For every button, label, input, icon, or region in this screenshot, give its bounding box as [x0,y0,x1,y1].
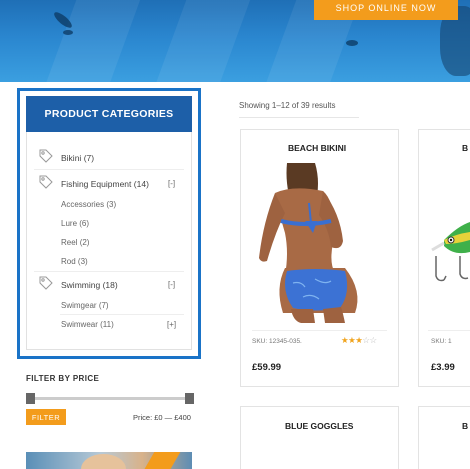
category-count: (11) [100,320,114,329]
product-title[interactable]: B [462,421,468,431]
product-categories-widget [26,96,192,350]
category-label[interactable]: Lure [61,219,77,228]
product-sku: SKU: 12345-035. [252,338,302,345]
category-fishing-equipment[interactable]: Fishing Equipment (14) [61,179,149,189]
star-empty-icon: ☆ [362,335,370,345]
category-label[interactable]: Accessories [61,200,104,209]
divider [34,169,184,170]
product-sku: SKU: 1 [431,338,452,345]
category-bikini[interactable]: Bikini (7) [61,153,94,163]
product-price: £3.99 [431,362,455,373]
category-label[interactable]: Swimwear [61,320,98,329]
tag-icon [39,276,53,290]
category-accessories[interactable]: Accessories (3) [61,200,116,209]
filter-by-price-title: FILTER BY PRICE [26,374,100,383]
product-image[interactable] [424,200,470,295]
category-label[interactable]: Fishing Equipment [61,179,131,189]
rating-stars: ★★★☆☆ [341,335,377,346]
filter-button[interactable]: FILTER [26,409,66,425]
category-rod[interactable]: Rod (3) [61,257,88,266]
divider [239,117,359,118]
product-title[interactable]: B [462,143,468,153]
product-image[interactable] [245,163,395,323]
collapse-toggle[interactable]: [-] [168,280,175,289]
star-empty-icon: ☆ [369,335,378,345]
price-slider-track[interactable] [30,397,190,400]
category-count: (2) [79,238,90,247]
product-title[interactable]: BEACH BIKINI [288,143,346,153]
category-reel[interactable]: Reel (2) [61,238,89,247]
category-count: (18) [102,280,118,290]
widget-title: PRODUCT CATEGORIES [26,96,192,132]
category-count: (7) [83,153,95,163]
tag-icon [39,175,53,189]
result-count: Showing 1–12 of 39 results [239,101,336,110]
category-label[interactable]: Reel [61,238,77,247]
expand-toggle[interactable]: [+] [167,320,176,329]
category-swimwear[interactable]: Swimwear (11) [61,320,114,329]
tag-icon [39,149,53,163]
category-swimming[interactable]: Swimming (18) [61,280,118,290]
price-range-label: Price: £0 — £400 [133,413,191,422]
product-price: £59.99 [252,362,282,373]
category-count: (7) [98,301,109,310]
category-count: (14) [133,179,149,189]
product-card[interactable] [418,406,470,469]
category-lure[interactable]: Lure (6) [61,219,89,228]
category-swimgear[interactable]: Swimgear (7) [61,301,109,310]
category-label[interactable]: Swimgear [61,301,97,310]
product-card[interactable] [240,406,399,469]
category-count: (6) [79,219,90,228]
divider [34,271,184,272]
divider [428,330,470,331]
category-label[interactable]: Swimming [61,280,100,290]
price-slider-min-handle[interactable] [26,393,35,404]
divider [60,314,184,315]
category-count: (3) [77,257,88,266]
category-label[interactable]: Rod [61,257,76,266]
product-title[interactable]: BLUE GOGGLES [285,421,353,431]
price-slider-max-handle[interactable] [185,393,194,404]
divider [252,330,387,331]
promo-banner-image[interactable] [26,452,192,469]
shop-online-button[interactable]: SHOP ONLINE NOW [314,0,458,20]
category-label[interactable]: Bikini [61,153,81,163]
category-count: (3) [106,200,117,209]
collapse-toggle[interactable]: [-] [168,179,175,188]
